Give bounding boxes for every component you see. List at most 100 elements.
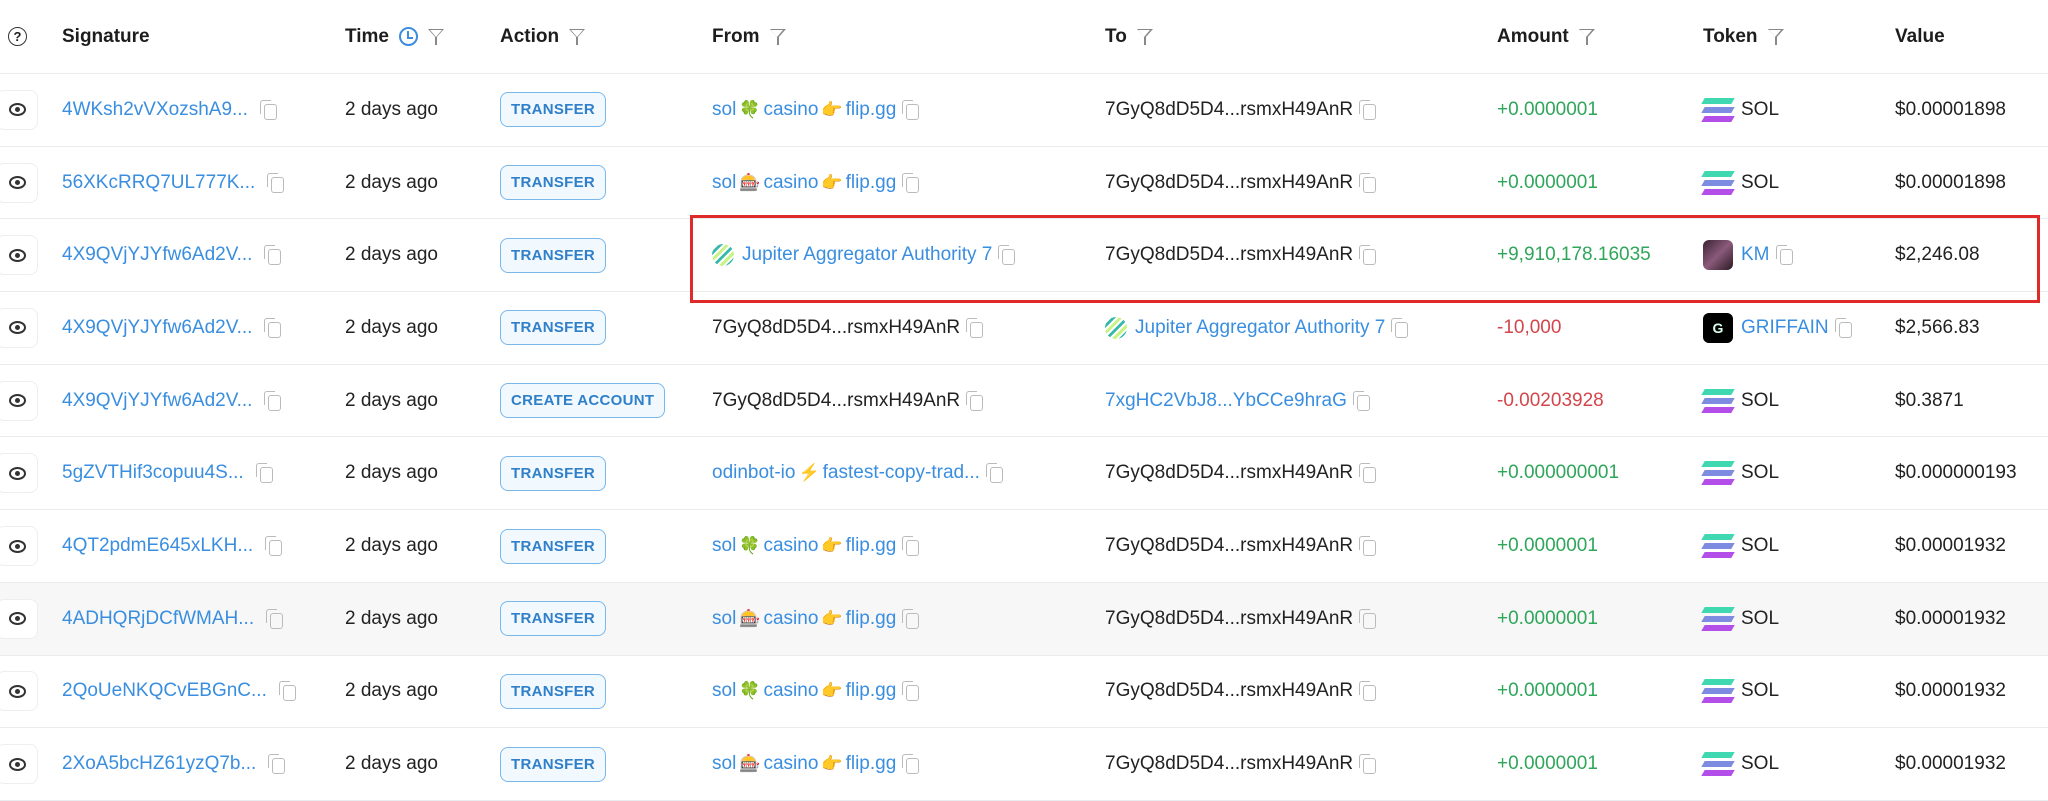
copy-icon[interactable] — [268, 754, 286, 775]
copy-icon[interactable] — [264, 317, 282, 338]
signature-link[interactable]: 56XKcRRQ7UL777K... — [62, 172, 255, 194]
copy-icon[interactable] — [1359, 536, 1377, 557]
copy-icon[interactable] — [966, 390, 984, 411]
token-name: SOL — [1741, 680, 1780, 702]
token-name[interactable]: KM — [1741, 244, 1770, 266]
copy-icon[interactable] — [902, 754, 920, 775]
address-link[interactable]: 7xgHC2VbJ8...YbCCe9hraG — [1105, 390, 1347, 412]
copy-icon[interactable] — [1391, 317, 1409, 338]
copy-icon[interactable] — [278, 681, 296, 702]
copy-icon[interactable] — [985, 463, 1003, 484]
address-link[interactable]: 7GyQ8dD5D4...rsmxH49AnR — [1105, 535, 1353, 557]
token-cell: SOL — [1701, 147, 1779, 219]
filter-icon[interactable] — [1767, 28, 1784, 46]
amount-text: -0.00203928 — [1497, 389, 1604, 411]
filter-icon[interactable] — [1136, 28, 1153, 46]
view-details-button[interactable] — [0, 380, 38, 421]
filter-icon[interactable] — [769, 28, 786, 46]
address-link[interactable]: 7GyQ8dD5D4...rsmxH49AnR — [1105, 462, 1353, 484]
view-details-button[interactable] — [0, 598, 38, 639]
view-details-button[interactable] — [0, 307, 38, 348]
copy-icon[interactable] — [1352, 390, 1370, 411]
clock-icon[interactable] — [399, 27, 419, 46]
eye-icon — [8, 612, 26, 626]
copy-icon[interactable] — [1359, 245, 1377, 266]
copy-icon[interactable] — [255, 463, 273, 484]
token-name[interactable]: GRIFFAIN — [1741, 317, 1829, 339]
eye-icon — [8, 466, 26, 480]
copy-icon[interactable] — [265, 536, 283, 557]
signature-link[interactable]: 2XoA5bcHZ61yzQ7b... — [62, 753, 256, 775]
copy-icon[interactable] — [902, 608, 920, 629]
address-link[interactable]: 7GyQ8dD5D4...rsmxH49AnR — [1105, 99, 1353, 121]
copy-icon[interactable] — [264, 245, 282, 266]
address-link[interactable]: 7GyQ8dD5D4...rsmxH49AnR — [1105, 753, 1353, 775]
view-details-button[interactable] — [0, 235, 38, 276]
amount-cell: +9,910,178.16035 — [1497, 219, 1651, 291]
signature-cell: 4ADHQRjDCfWMAH... — [62, 583, 284, 655]
view-details-button[interactable] — [0, 526, 38, 567]
copy-icon[interactable] — [902, 681, 920, 702]
address-link[interactable]: 7GyQ8dD5D4...rsmxH49AnR — [1105, 172, 1353, 194]
view-details-button[interactable] — [0, 89, 38, 130]
question-circle-icon[interactable]: ? — [8, 27, 27, 46]
copy-icon[interactable] — [1359, 681, 1377, 702]
filter-icon[interactable] — [428, 28, 445, 46]
signature-link[interactable]: 4X9QVjYJYfw6Ad2V... — [62, 317, 252, 339]
filter-icon[interactable] — [1578, 28, 1595, 46]
copy-icon[interactable] — [1834, 317, 1852, 338]
copy-icon[interactable] — [902, 99, 920, 120]
address-link[interactable]: 7GyQ8dD5D4...rsmxH49AnR — [712, 390, 960, 412]
value-text: $0.00001932 — [1895, 607, 2006, 629]
copy-icon[interactable] — [1359, 99, 1377, 120]
address-link[interactable]: sol 🍀 casino 👉 flip.gg — [712, 99, 896, 121]
address-link[interactable]: sol 🎰 casino 👉 flip.gg — [712, 608, 896, 630]
copy-icon[interactable] — [264, 390, 282, 411]
address-link[interactable]: 7GyQ8dD5D4...rsmxH49AnR — [1105, 244, 1353, 266]
address-link[interactable]: sol 🍀 casino 👉 flip.gg — [712, 535, 896, 557]
signature-link[interactable]: 5gZVTHif3copuu4S... — [62, 462, 244, 484]
signature-link[interactable]: 4ADHQRjDCfWMAH... — [62, 608, 254, 630]
copy-icon[interactable] — [902, 172, 920, 193]
table-row: 4QT2pdmE645xLKH... 2 days ago TRANSFER sol 🍀… — [0, 510, 2048, 583]
sol-token-icon — [1701, 534, 1735, 559]
copy-icon[interactable] — [1359, 172, 1377, 193]
copy-icon[interactable] — [267, 172, 285, 193]
help-cell[interactable]: ? — [8, 0, 27, 73]
signature-link[interactable]: 4QT2pdmE645xLKH... — [62, 535, 253, 557]
address-link[interactable]: Jupiter Aggregator Authority 7 — [1135, 317, 1385, 339]
address-part: casino — [763, 535, 819, 557]
filter-icon[interactable] — [569, 28, 586, 46]
signature-link[interactable]: 4X9QVjYJYfw6Ad2V... — [62, 244, 252, 266]
copy-icon[interactable] — [998, 245, 1016, 266]
signature-link[interactable]: 4X9QVjYJYfw6Ad2V... — [62, 390, 252, 412]
address-link[interactable]: sol 🎰 casino 👉 flip.gg — [712, 172, 896, 194]
copy-icon[interactable] — [1359, 463, 1377, 484]
signature-link[interactable]: 4WKsh2vVXozshA9... — [62, 99, 248, 121]
address-link[interactable]: Jupiter Aggregator Authority 7 — [742, 244, 992, 266]
action-cell: TRANSFER — [500, 74, 607, 146]
amount-cell: +0.0000001 — [1497, 510, 1598, 582]
view-details-button[interactable] — [0, 162, 38, 203]
copy-icon[interactable] — [1359, 608, 1377, 629]
copy-icon[interactable] — [902, 536, 920, 557]
copy-icon[interactable] — [259, 99, 277, 120]
address-link[interactable]: 7GyQ8dD5D4...rsmxH49AnR — [712, 317, 960, 339]
address-link[interactable]: sol 🎰 casino 👉 flip.gg — [712, 753, 896, 775]
copy-icon[interactable] — [1775, 245, 1793, 266]
address-link[interactable]: sol 🍀 casino 👉 flip.gg — [712, 680, 896, 702]
address-link[interactable]: 7GyQ8dD5D4...rsmxH49AnR — [1105, 608, 1353, 630]
copy-icon[interactable] — [966, 317, 984, 338]
copy-icon[interactable] — [1359, 754, 1377, 775]
signature-link[interactable]: 2QoUeNKQCvEBGnC... — [62, 680, 267, 702]
view-details-button[interactable] — [0, 453, 38, 494]
view-details-button[interactable] — [0, 744, 38, 785]
view-details-button[interactable] — [0, 671, 38, 712]
address-part: flip.gg — [845, 171, 897, 193]
table-row: 2QoUeNKQCvEBGnC... 2 days ago TRANSFER sol 🍀… — [0, 656, 2048, 729]
address-link[interactable]: 7GyQ8dD5D4...rsmxH49AnR — [1105, 680, 1353, 702]
copy-icon[interactable] — [266, 608, 284, 629]
address-link[interactable]: odinbot-io ⚡ fastest-copy-trad... — [712, 462, 980, 484]
from-cell: 7GyQ8dD5D4...rsmxH49AnR — [712, 365, 984, 437]
jupiter-icon — [1105, 316, 1127, 339]
